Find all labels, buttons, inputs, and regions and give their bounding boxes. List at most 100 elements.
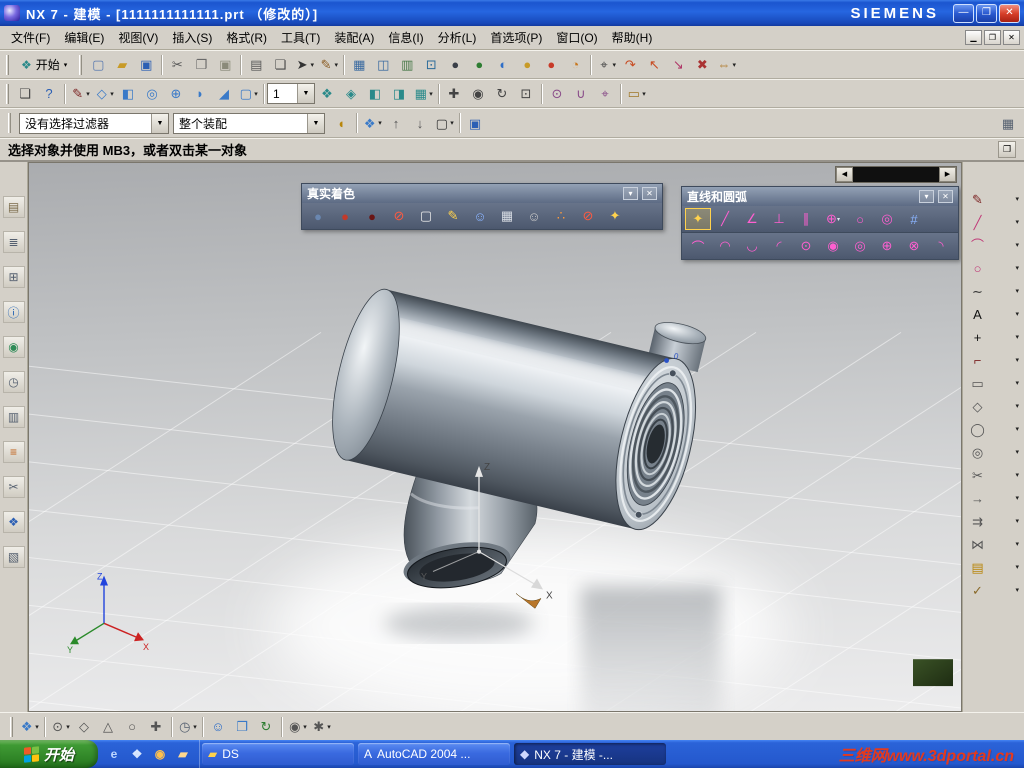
display-grid-icon[interactable]: ▦ ▾ [347, 53, 371, 77]
show-desktop-icon[interactable]: ❖ [128, 745, 146, 763]
layout-icon[interactable]: ◫ ▾ [371, 53, 395, 77]
separator[interactable]: ▾ [237, 53, 244, 77]
copy-icon[interactable]: ❐ ▾ [189, 53, 213, 77]
resize-face-icon[interactable]: ⇔ ▾ [714, 53, 738, 77]
template-icon[interactable]: ▤ [2, 196, 25, 218]
ie-icon[interactable]: e [105, 745, 123, 763]
sketch-icon[interactable]: ✎ ▾ [68, 82, 92, 106]
menu-item[interactable]: 帮助(H) [605, 26, 660, 49]
clipboard-icon[interactable]: ▣ ▾ [463, 111, 487, 135]
menu-item[interactable]: 装配(A) [327, 26, 381, 49]
palette-icon[interactable]: ▥ [2, 406, 25, 428]
mirror-icon[interactable]: ⋈ ▾ [968, 533, 1021, 555]
promote-icon[interactable]: ↑ ▾ [384, 111, 408, 135]
iso-view-icon[interactable]: ◈ ▾ [339, 82, 363, 106]
selection-filter-combobox[interactable]: 没有选择过滤器 ▼ [19, 112, 169, 134]
toolbar-grip[interactable] [6, 83, 9, 104]
xy-tool-icon[interactable]: # ▾ [901, 208, 927, 230]
wcs-icon[interactable]: ⌖ ▾ [593, 82, 617, 106]
delete-face-icon[interactable]: ✖ ▾ [690, 53, 714, 77]
measure-icon[interactable]: ⌖ ▾ [594, 53, 618, 77]
shaded-with-edges-icon[interactable]: ● ▾ [305, 205, 331, 227]
menu-item[interactable]: 视图(V) [111, 26, 165, 49]
snap-point-icon[interactable]: ⊙ ▾ [545, 82, 569, 106]
assembly-navigator-icon[interactable]: ≣ [2, 231, 25, 253]
separator[interactable]: ▾ [199, 715, 206, 739]
side-view-icon[interactable]: ◨ ▾ [387, 82, 411, 106]
text-icon[interactable]: A ▾ [968, 303, 1021, 325]
offset-curve-icon[interactable]: ◎ ▾ [968, 441, 1021, 463]
sheet-icon[interactable]: ▤ ▾ [968, 556, 1021, 578]
line-parallel-icon[interactable]: ∥ ▾ [793, 208, 819, 230]
line-tool-icon[interactable]: ╱ ▾ [712, 208, 738, 230]
cue-scrollbar[interactable]: ◀ ▶ [835, 166, 957, 183]
roles-icon[interactable]: ▧ [2, 546, 25, 568]
particles-icon[interactable]: ∴ ▾ [548, 205, 574, 227]
separator[interactable]: ▾ [260, 82, 267, 106]
line-icon[interactable]: ╱ ▾ [968, 211, 1021, 233]
line-arc-titlebar[interactable]: 直线和圆弧 ▾ ✕ [682, 187, 958, 206]
chamfer-icon[interactable]: ◢ ▾ [212, 82, 236, 106]
hole-icon[interactable]: ◎ ▾ [140, 82, 164, 106]
open-icon[interactable]: ▰ ▾ [110, 53, 134, 77]
task-ds[interactable]: ▰ DS [202, 743, 354, 765]
snap-center-icon[interactable]: ○ ▾ [120, 715, 144, 739]
shaded-icon[interactable]: ● ▾ [332, 205, 358, 227]
mdi-minimize-button[interactable]: ▁ [965, 30, 982, 45]
calculator-icon[interactable]: ▥ ▾ [395, 53, 419, 77]
scissors-icon[interactable]: ✂ [2, 476, 25, 498]
offset-region-icon[interactable]: ↘ ▾ [666, 53, 690, 77]
magnet-icon[interactable]: ∪ ▾ [569, 82, 593, 106]
new-file-icon[interactable]: ▢ ▾ [86, 53, 110, 77]
new-window-icon[interactable]: ❏ ▾ [13, 82, 37, 106]
menu-item[interactable]: 工具(T) [274, 26, 327, 49]
point-icon[interactable]: + ▾ [968, 326, 1021, 348]
chevron-down-icon[interactable]: ▼ [297, 84, 314, 103]
layer-combobox[interactable]: 1 ▼ [267, 83, 315, 104]
part-navigator-icon[interactable]: ⓘ [2, 301, 25, 323]
toolbar-grip[interactable] [8, 113, 11, 133]
extrude-icon[interactable]: ◧ ▾ [116, 82, 140, 106]
scrollbar-track[interactable] [853, 167, 939, 182]
circle-ppp-icon[interactable]: ◉ ▾ [820, 235, 846, 257]
snap-point-icon[interactable]: ⊙ ▾ [48, 715, 72, 739]
view-orient-icon[interactable]: ❖ ▾ [17, 715, 41, 739]
pen-icon[interactable]: ✎ ▾ [316, 53, 340, 77]
options-icon[interactable]: ✱ ▾ [309, 715, 333, 739]
close-icon[interactable]: ✕ [642, 187, 657, 200]
separator[interactable]: ▾ [435, 82, 442, 106]
arc-center-icon[interactable]: ◜ ▾ [766, 235, 792, 257]
disable-icon[interactable]: ⊘ ▾ [575, 205, 601, 227]
window-small-icon[interactable]: ❐ ▾ [230, 715, 254, 739]
window-layout-icon[interactable]: ❏ ▾ [268, 53, 292, 77]
unite-icon[interactable]: ⊕ ▾ [164, 82, 188, 106]
no-render-icon[interactable]: ⊘ ▾ [386, 205, 412, 227]
circle-center-tangent-icon[interactable]: ⊗ ▾ [901, 235, 927, 257]
wireframe-view-icon[interactable]: ▦ ▾ [411, 82, 435, 106]
circle-center-radius-icon[interactable]: ⊕ ▾ [820, 208, 846, 230]
snapshot-icon[interactable]: ❖ ▾ [360, 111, 384, 135]
menu-item[interactable]: 文件(F) [4, 26, 57, 49]
web-browser-icon[interactable]: ❖ [2, 511, 25, 533]
start-button[interactable]: 开始 [0, 740, 98, 768]
menu-item[interactable]: 分析(L) [431, 26, 484, 49]
line-perpendicular-icon[interactable]: ⊥ ▾ [766, 208, 792, 230]
hd3d-tools-icon[interactable]: ≡ [2, 441, 25, 463]
profile-icon[interactable]: ✎ ▾ [968, 188, 1021, 210]
arc-icon[interactable]: ⌒ ▾ [968, 234, 1021, 256]
palette-menu-icon[interactable]: ▾ [919, 190, 934, 203]
rotate-icon[interactable]: ↻ ▾ [490, 82, 514, 106]
shell-icon[interactable]: ▢ ▾ [236, 82, 260, 106]
offset-icon[interactable]: ⇉ ▾ [968, 510, 1021, 532]
key-icon[interactable]: ✦ ▾ [602, 205, 628, 227]
toolbar-grip[interactable] [6, 54, 9, 75]
demote-icon[interactable]: ↓ ▾ [408, 111, 432, 135]
print-icon[interactable]: ▤ ▾ [244, 53, 268, 77]
help-icon[interactable]: ? ▾ [37, 82, 61, 106]
separator[interactable]: ▾ [538, 82, 545, 106]
datum-plane-icon[interactable]: ◇ ▾ [92, 82, 116, 106]
corner-icon[interactable]: ⌐ ▾ [968, 349, 1021, 371]
pointer-icon[interactable]: ➤ ▾ [292, 53, 316, 77]
extend-icon[interactable]: → ▾ [968, 487, 1021, 509]
arc-point-point-icon[interactable]: ⌒ ▾ [685, 235, 711, 257]
